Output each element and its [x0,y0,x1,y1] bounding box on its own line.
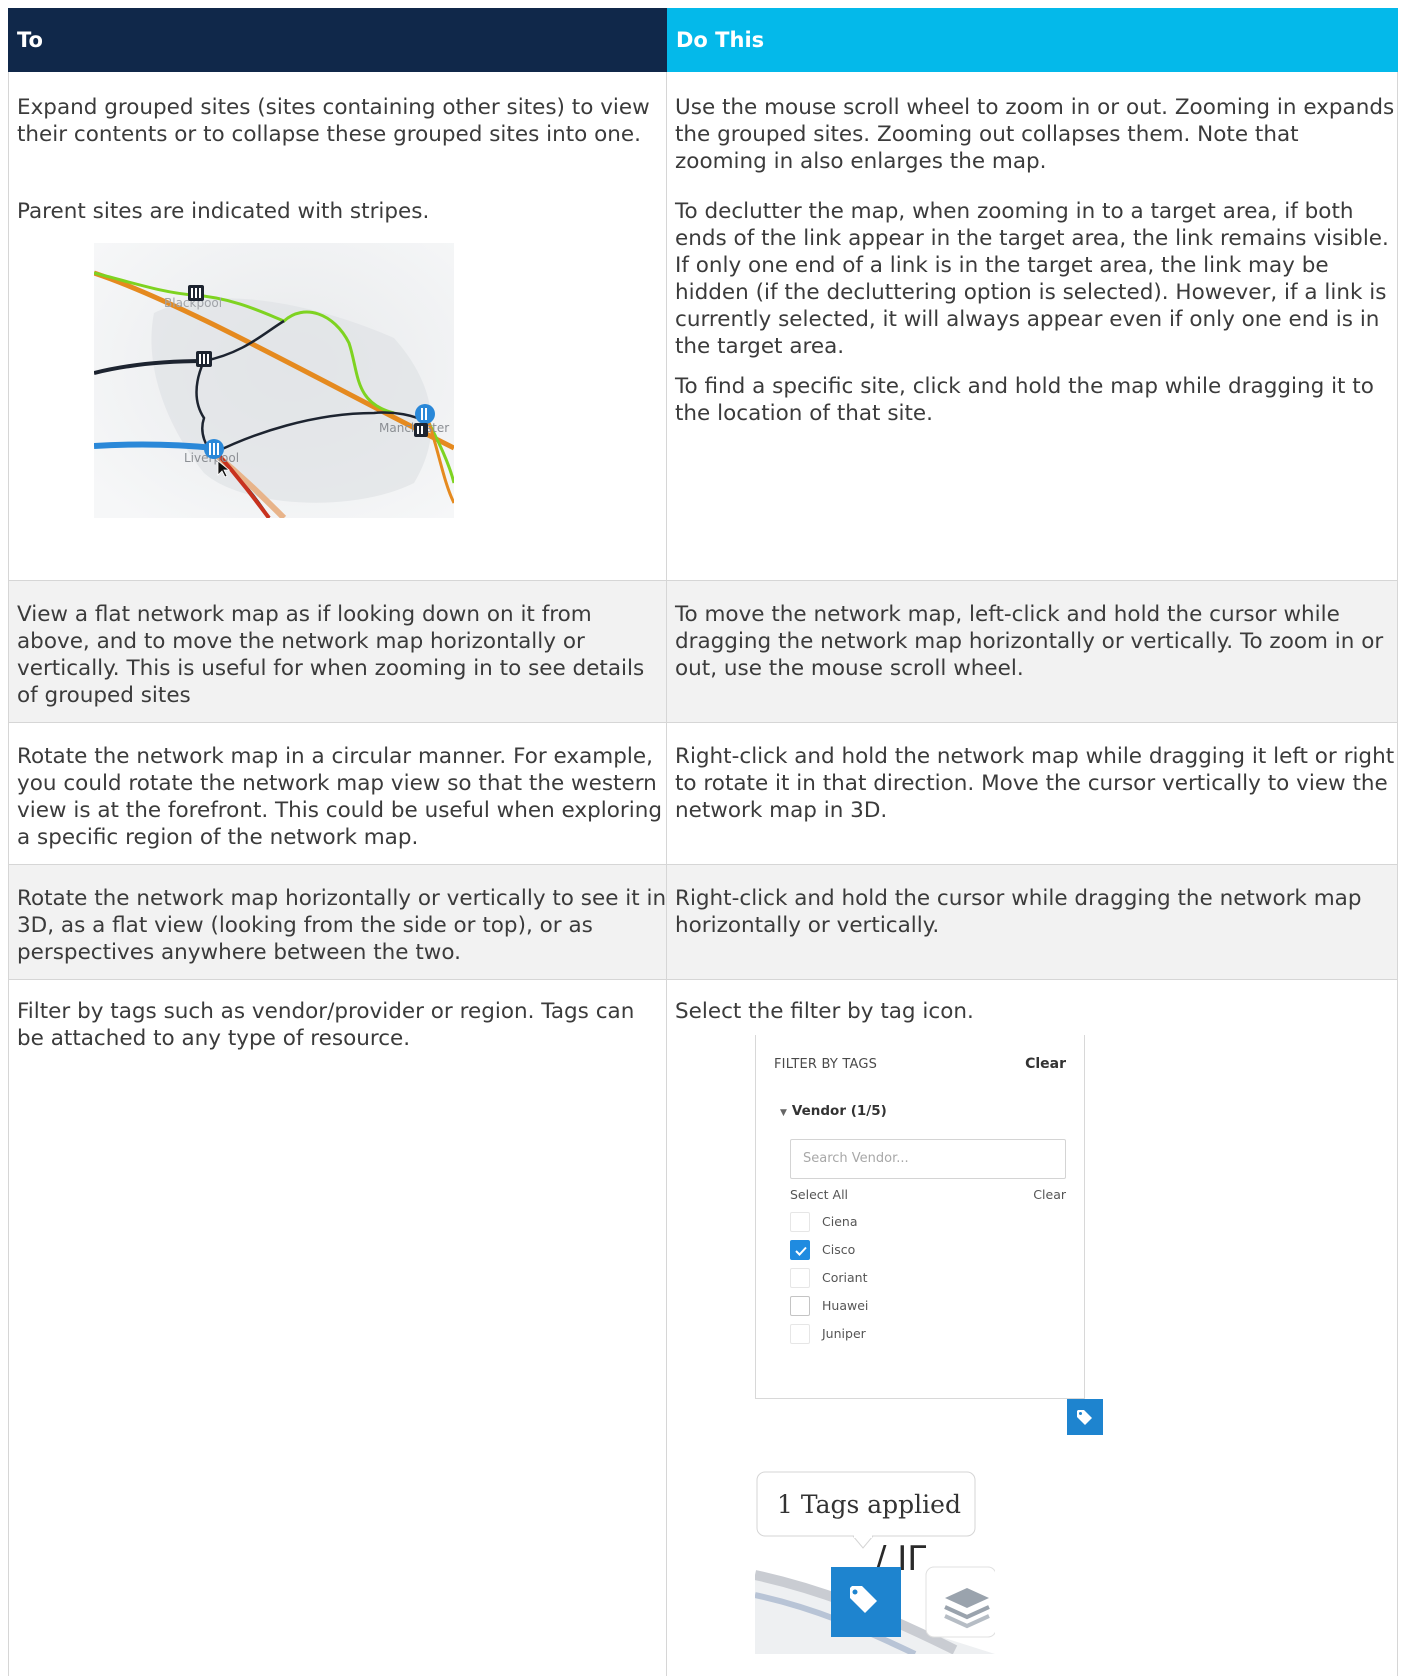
checkmark-icon [795,1246,807,1256]
table-row: Filter by tags such as vendor/provider o… [8,980,1398,1676]
cell-to: Filter by tags such as vendor/provider o… [8,980,667,1676]
vendor-option-ciena[interactable]: Ciena [790,1212,990,1234]
cell-to: View a flat network map as if looking do… [8,581,667,722]
option-label: Ciena [822,1214,858,1229]
tags-applied-image: / ΙΓ 1 Tags applied [755,1470,995,1654]
filter-by-tags-panel: FILTER BY TAGS Clear ▼ Vendor (1/5) Searc… [755,1035,1103,1435]
cell-do-this: Right-click and hold the network map whi… [667,723,1398,864]
clear-all-link[interactable]: Clear [1025,1056,1066,1072]
header-to-label: To [17,28,43,52]
checkbox[interactable] [790,1324,810,1344]
header-do-this-label: Do This [676,28,765,52]
cell-to: Rotate the network map horizontally or v… [8,865,667,979]
cell-do-this: To move the network map, left-click and … [667,581,1398,722]
checkbox[interactable] [790,1268,810,1288]
cell-text: Right-click and hold the network map whi… [675,744,1395,823]
cell-to: Rotate the network map in a circular man… [8,723,667,864]
tags-applied-text: 1 Tags applied [777,1490,961,1519]
header-to: To [8,8,667,72]
cell-text: Expand grouped sites (sites containing o… [17,95,650,147]
cell-do-this: Use the mouse scroll wheel to zoom in or… [667,72,1398,580]
option-label: Juniper [822,1326,866,1341]
filter-by-tag-button[interactable] [1067,1399,1103,1435]
checkbox-checked[interactable] [790,1240,810,1260]
cell-text: Select the filter by tag icon. [675,999,974,1024]
vendor-option-juniper[interactable]: Juniper [790,1324,990,1346]
vendor-group-label: Vendor (1/5) [791,1103,887,1119]
triangle-down-icon: ▼ [780,1108,787,1118]
search-placeholder: Search Vendor... [803,1151,909,1166]
vendor-option-cisco[interactable]: Cisco [790,1240,990,1262]
search-vendor-input[interactable]: Search Vendor... [790,1139,1066,1179]
network-map-graphic: Blackpool Manchester Liverpool [94,243,454,518]
cell-text: Filter by tags such as vendor/provider o… [17,999,635,1051]
cell-text: Rotate the network map horizontally or v… [17,886,667,965]
checkbox[interactable] [790,1296,810,1316]
table-row: Expand grouped sites (sites containing o… [8,72,1398,581]
cell-text: Rotate the network map in a circular man… [17,744,662,850]
table-row: View a flat network map as if looking do… [8,581,1398,723]
clear-vendor-link[interactable]: Clear [1033,1187,1066,1202]
cell-text: To declutter the map, when zooming in to… [675,199,1389,359]
cell-text: To find a specific site, click and hold … [675,374,1374,426]
table-row: Rotate the network map in a circular man… [8,723,1398,865]
cell-do-this: Right-click and hold the cursor while dr… [667,865,1398,979]
checkbox[interactable] [790,1212,810,1232]
cell-text: Parent sites are indicated with stripes. [17,199,430,224]
header-do-this: Do This [667,8,1398,72]
cell-text: To move the network map, left-click and … [675,602,1384,681]
tags-applied-graphic: / ΙΓ 1 Tags applied [755,1470,995,1654]
option-label: Coriant [822,1270,868,1285]
filter-title: FILTER BY TAGS [774,1057,878,1072]
vendor-group-header[interactable]: ▼ Vendor (1/5) [780,1103,887,1119]
tag-icon [1077,1410,1092,1425]
table-row: Rotate the network map horizontally or v… [8,865,1398,980]
vendor-option-coriant[interactable]: Coriant [790,1268,990,1290]
network-map-image: Blackpool Manchester Liverpool [94,243,454,518]
option-label: Cisco [822,1242,856,1257]
cell-text: Use the mouse scroll wheel to zoom in or… [675,95,1395,174]
cell-text: View a flat network map as if looking do… [17,602,645,708]
cell-to: Expand grouped sites (sites containing o… [8,72,667,580]
select-all-link[interactable]: Select All [790,1187,848,1202]
filter-panel-body: FILTER BY TAGS Clear ▼ Vendor (1/5) Searc… [755,1035,1085,1399]
option-label: Huawei [822,1298,869,1313]
vendor-option-huawei[interactable]: Huawei [790,1296,990,1318]
cell-text: Right-click and hold the cursor while dr… [675,886,1362,938]
